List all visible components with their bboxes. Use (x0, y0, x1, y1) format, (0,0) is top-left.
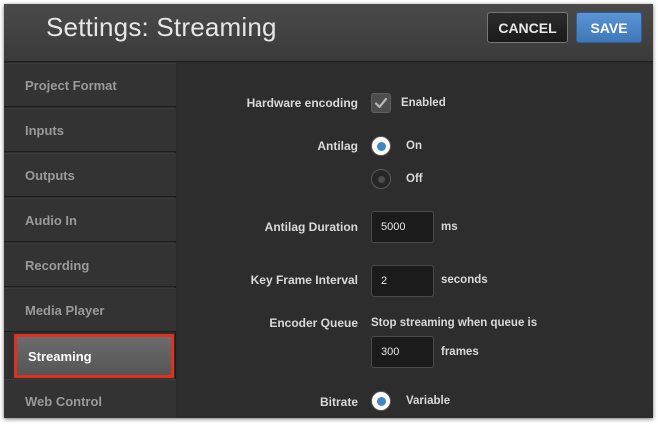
encoder-queue-unit: frames (441, 346, 479, 358)
radio-dot (376, 141, 386, 151)
sidebar-item-label: Media Player (25, 302, 105, 318)
key-frame-interval-unit: seconds (441, 274, 488, 286)
antilag-duration-label: Antilag Duration (264, 220, 358, 234)
hardware-encoding-option: Enabled (401, 97, 446, 109)
encoder-queue-description: Stop streaming when queue is (371, 317, 538, 329)
sidebar-item-outputs[interactable]: Outputs (4, 153, 176, 197)
key-frame-interval-label: Key Frame Interval (250, 273, 358, 287)
antilag-duration-unit: ms (441, 221, 458, 233)
page-title: Settings: Streaming (46, 12, 277, 42)
save-button[interactable]: SAVE (576, 12, 642, 43)
hardware-encoding-checkbox[interactable] (371, 93, 391, 113)
check-icon (374, 97, 388, 109)
hardware-encoding-label: Hardware encoding (246, 96, 358, 110)
sidebar-item-label: Recording (25, 257, 90, 273)
sidebar-item-label: Streaming (28, 348, 92, 364)
sidebar-item-project-format[interactable]: Project Format (4, 63, 176, 107)
radio-dot (376, 396, 386, 406)
antilag-duration-input[interactable] (371, 211, 434, 243)
sidebar-item-inputs[interactable]: Inputs (4, 108, 176, 152)
settings-content: Hardware encoding Enabled Antilag On Off… (177, 63, 653, 418)
sidebar-item-label: Outputs (25, 167, 75, 183)
settings-window: Settings: Streaming CANCEL SAVE Project … (4, 4, 653, 418)
sidebar-item-audio-in[interactable]: Audio In (4, 198, 176, 242)
bitrate-label: Bitrate (319, 395, 358, 409)
antilag-off-radio[interactable] (371, 169, 391, 189)
bitrate-variable-radio[interactable] (371, 391, 391, 411)
sidebar-item-label: Audio In (25, 212, 77, 228)
encoder-queue-label: Encoder Queue (269, 316, 358, 330)
antilag-on-label: On (406, 140, 422, 152)
sidebar-item-media-player[interactable]: Media Player (4, 288, 176, 332)
bitrate-variable-label: Variable (406, 395, 451, 407)
antilag-on-radio[interactable] (371, 136, 391, 156)
antilag-label: Antilag (317, 139, 358, 153)
sidebar-item-streaming[interactable]: Streaming (14, 334, 174, 378)
encoder-queue-input[interactable] (371, 336, 434, 368)
radio-dot (377, 175, 385, 183)
settings-sidebar: Project Format Inputs Outputs Audio In R… (4, 63, 176, 418)
antilag-off-label: Off (406, 173, 423, 185)
sidebar-item-web-control[interactable]: Web Control (4, 379, 176, 418)
cancel-button[interactable]: CANCEL (487, 12, 568, 43)
sidebar-item-label: Inputs (25, 122, 64, 138)
sidebar-item-label: Web Control (25, 393, 103, 409)
key-frame-interval-input[interactable] (371, 265, 434, 297)
title-bar: Settings: Streaming CANCEL SAVE (4, 4, 653, 62)
sidebar-item-label: Project Format (25, 77, 117, 93)
sidebar-item-recording[interactable]: Recording (4, 243, 176, 287)
